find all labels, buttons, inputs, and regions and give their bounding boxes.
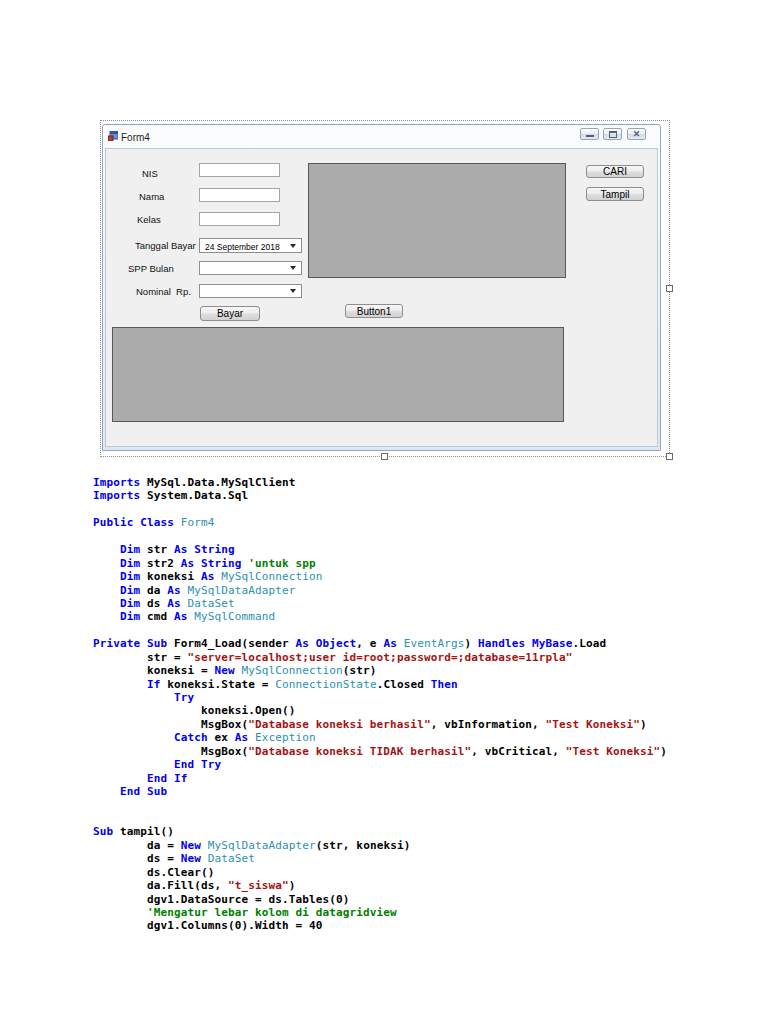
code-line: da.Fill(ds, "t_siswa") [93, 879, 667, 892]
code-line: MsgBox("Database koneksi TIDAK berhasil"… [93, 745, 667, 758]
resize-handle-corner[interactable] [666, 453, 673, 460]
code-line: Dim koneksi As MySqlConnection [93, 570, 667, 583]
code-line: dgv1.DataSource = ds.Tables(0) [93, 893, 667, 906]
nis-input[interactable] [199, 163, 280, 177]
cari-button[interactable]: CARI [586, 165, 644, 178]
kelas-input[interactable] [199, 212, 280, 226]
code-line: Sub tampil() [93, 825, 667, 838]
tanggal-bayar-combobox[interactable]: 24 September 2018 [199, 238, 302, 253]
code-line: Dim ds As DataSet [93, 597, 667, 610]
spp-bulan-combobox[interactable] [199, 261, 302, 275]
form-icon [108, 131, 118, 141]
code-line [93, 530, 667, 543]
code-line: End Try [93, 758, 667, 771]
window-title: Form4 [121, 132, 150, 143]
maximize-icon [609, 131, 617, 138]
label-nominal-rp: Nominal Rp. [136, 286, 191, 297]
code-line: End If [93, 772, 667, 785]
code-line: dgv1.Columns(0).Width = 40 [93, 919, 667, 932]
chevron-down-icon [290, 289, 296, 293]
code-line: If koneksi.State = ConnectionState.Close… [93, 678, 667, 691]
resize-handle-right[interactable] [666, 285, 673, 292]
code-line: Dim str As String [93, 543, 667, 556]
close-button[interactable]: ✕ [627, 128, 646, 140]
code-line: da = New MySqlDataAdapter(str, koneksi) [93, 839, 667, 852]
picture-box [308, 163, 566, 278]
nominal-rp-combobox[interactable] [199, 284, 302, 298]
code-line: Try [93, 691, 667, 704]
code-line: ds = New DataSet [93, 852, 667, 865]
code-line: 'Mengatur lebar kolom di datagridview [93, 906, 667, 919]
code-line [93, 624, 667, 637]
chevron-down-icon [290, 266, 296, 270]
label-tanggal-bayar: Tanggal Bayar [135, 240, 196, 251]
code-line: Imports System.Data.Sql [93, 489, 667, 502]
code-line [93, 503, 667, 516]
code-line: Imports MySql.Data.MySqlClient [93, 476, 667, 489]
code-line: str = "server=localhost;user id=root;pas… [93, 651, 667, 664]
code-line: MsgBox("Database koneksi berhasil", vbIn… [93, 718, 667, 731]
code-line: Private Sub Form4_Load(sender As Object,… [93, 637, 667, 650]
code-line [93, 812, 667, 825]
label-spp-bulan: SPP Bulan [128, 263, 174, 274]
datagrid-box [112, 327, 564, 422]
code-line: koneksi = New MySqlConnection(str) [93, 664, 667, 677]
label-kelas: Kelas [137, 214, 161, 225]
code-line [93, 799, 667, 812]
bayar-button[interactable]: Bayar [200, 306, 260, 321]
tampil-button[interactable]: Tampil [586, 187, 644, 201]
minimize-icon [586, 135, 594, 137]
code-line: Dim cmd As MySqlCommand [93, 610, 667, 623]
nama-input[interactable] [199, 188, 280, 202]
resize-handle-bottom[interactable] [381, 453, 388, 460]
code-line: ds.Clear() [93, 866, 667, 879]
button1-button[interactable]: Button1 [345, 304, 403, 318]
code-line: Catch ex As Exception [93, 731, 667, 744]
tanggal-bayar-value: 24 September 2018 [205, 242, 280, 252]
close-icon: ✕ [633, 130, 641, 139]
code-line: koneksi.Open() [93, 704, 667, 717]
code-line: Dim str2 As String 'untuk spp [93, 557, 667, 570]
chevron-down-icon [290, 244, 296, 248]
label-nama: Nama [139, 191, 164, 202]
code-line: End Sub [93, 785, 667, 798]
code-line: Dim da As MySqlDataAdapter [93, 584, 667, 597]
label-nis: NIS [142, 168, 158, 179]
code-line: Public Class Form4 [93, 516, 667, 529]
code-listing: Imports MySql.Data.MySqlClientImports Sy… [93, 476, 667, 933]
minimize-button[interactable] [580, 128, 599, 140]
maximize-button[interactable] [603, 128, 622, 140]
